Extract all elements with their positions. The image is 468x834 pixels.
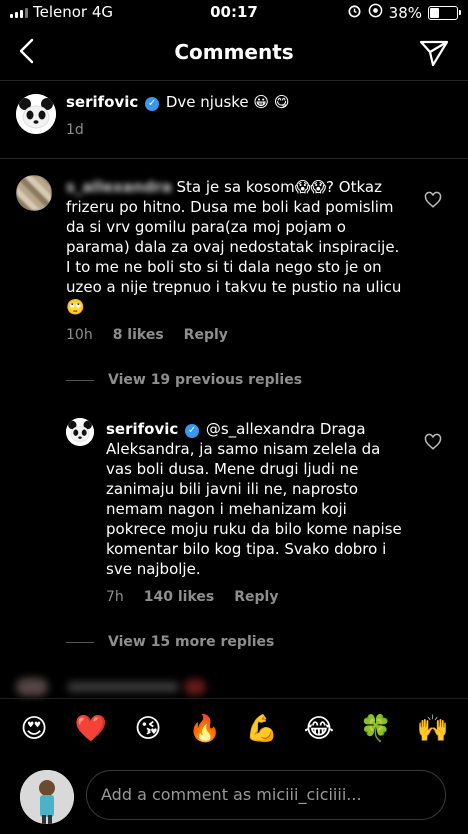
reaction-emoji-3[interactable]: 🔥	[188, 712, 222, 746]
reply-body: serifovic ✓ @s_allexandra Draga Aleksand…	[106, 419, 408, 579]
reaction-emoji-1[interactable]: ❤️	[74, 712, 108, 746]
header-divider	[0, 80, 468, 81]
comment-avatar[interactable]	[16, 175, 52, 211]
comment-reply-button[interactable]: Reply	[184, 327, 228, 343]
view-previous-label: View 19 previous replies	[108, 372, 303, 388]
battery-percent: 38%	[388, 3, 422, 22]
caption-username[interactable]: serifovic	[66, 93, 138, 111]
reply-meta: 7h 140 likes Reply	[106, 589, 278, 605]
caption-time: 1d	[66, 122, 84, 138]
comment-meta: 10h 8 likes Reply	[66, 327, 228, 343]
heart-icon	[424, 433, 442, 450]
comment-input-placeholder: Add a comment as miciii_ciciiii...	[101, 785, 362, 804]
comment-input[interactable]: Add a comment as miciii_ciciiii...	[86, 770, 446, 820]
reaction-emoji-0[interactable]: 😍	[17, 712, 51, 746]
caption: serifovic ✓ Dve njuske 😀 😋	[66, 92, 446, 112]
verified-icon: ✓	[145, 97, 160, 111]
page-title: Comments	[174, 40, 294, 64]
reply-avatar[interactable]	[66, 418, 94, 446]
reaction-emoji-6[interactable]: 🍀	[359, 712, 393, 746]
send-icon	[419, 40, 449, 67]
reactions-divider	[0, 698, 468, 699]
comment-body: s_allexandra Sta je sa kosom😱😱? Otkaz fr…	[66, 177, 406, 317]
verified-icon: ✓	[185, 424, 200, 438]
heart-icon	[424, 191, 442, 208]
comment-username[interactable]: s_allexandra	[66, 178, 172, 196]
dash	[66, 379, 94, 381]
reaction-emoji-2[interactable]: 😘	[131, 712, 165, 746]
comment-likes[interactable]: 8 likes	[113, 327, 164, 343]
user-avatar[interactable]	[20, 770, 74, 824]
reply-text: @s_allexandra Draga Aleksandra, ja samo …	[106, 420, 402, 578]
battery-icon	[428, 5, 461, 20]
reply-username[interactable]: serifovic	[106, 420, 178, 438]
reaction-emoji-7[interactable]: 🙌	[416, 712, 450, 746]
reply-time: 7h	[106, 589, 124, 605]
emoji-reaction-bar: 😍 ❤️ 😘 🔥 💪 😂 🍀 🙌	[0, 712, 468, 752]
caption-avatar[interactable]	[16, 94, 56, 134]
reply-likes[interactable]: 140 likes	[144, 589, 214, 605]
caption-divider	[0, 158, 468, 159]
caption-text: Dve njuske 😀 😋	[165, 93, 290, 111]
status-bar: Telenor 4G 00:17 38%	[0, 0, 468, 26]
comment-time: 10h	[66, 327, 93, 343]
comment-text: Otkaz frizeru po hitno. Dusa me boli kad…	[66, 178, 402, 316]
at-icon	[368, 3, 383, 22]
view-previous-replies[interactable]: View 19 previous replies	[66, 372, 302, 388]
like-reply-button[interactable]	[424, 433, 442, 451]
like-comment-button[interactable]	[424, 191, 442, 209]
comment-first-line: Sta je sa kosom😱😱?	[176, 178, 335, 196]
next-comment-peek	[16, 676, 226, 698]
status-right: 38%	[347, 3, 461, 22]
send-button[interactable]	[418, 38, 450, 68]
view-more-label: View 15 more replies	[108, 634, 275, 650]
reply-reply-button[interactable]: Reply	[234, 589, 278, 605]
reaction-emoji-5[interactable]: 😂	[302, 712, 336, 746]
view-more-replies[interactable]: View 15 more replies	[66, 634, 274, 650]
alarm-icon	[347, 3, 362, 22]
dash	[66, 641, 94, 643]
reaction-emoji-4[interactable]: 💪	[245, 712, 279, 746]
